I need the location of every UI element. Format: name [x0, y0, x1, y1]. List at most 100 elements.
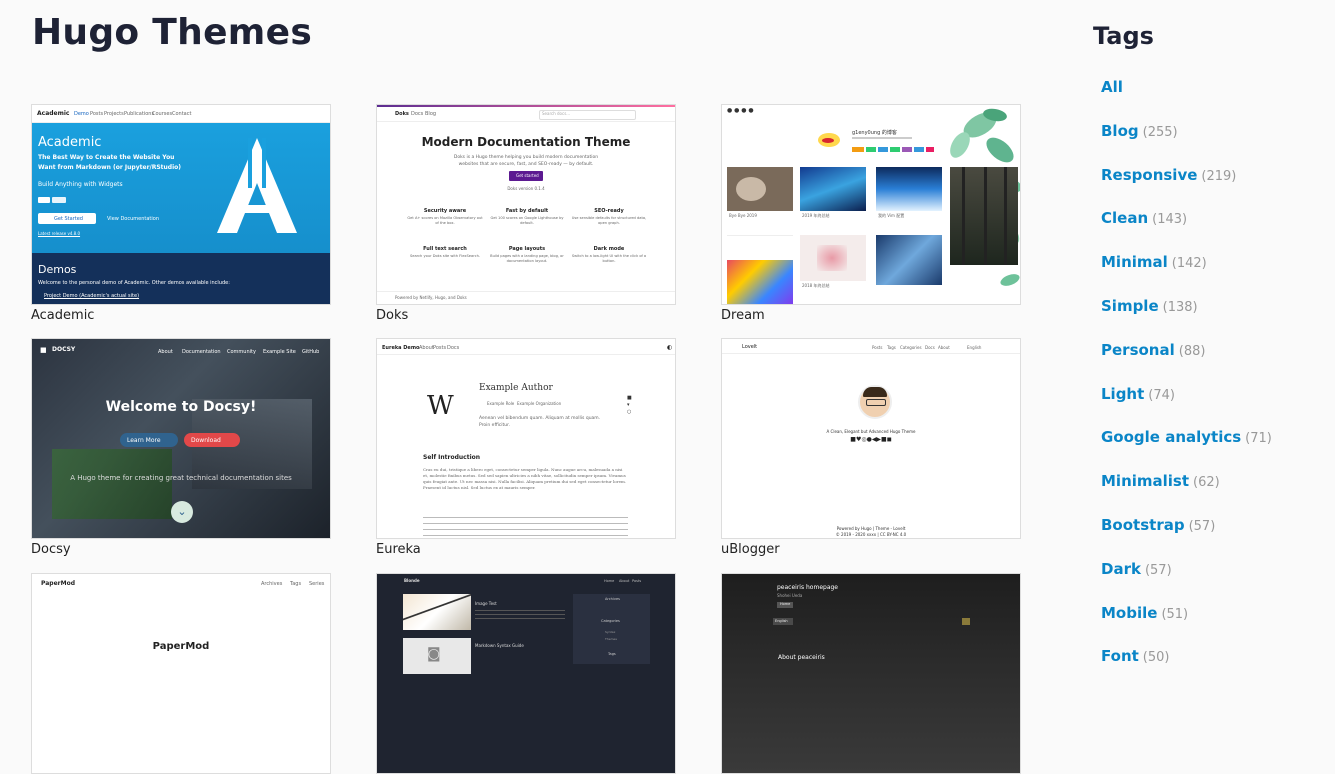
theme-thumbnail[interactable]: PaperMod Archives Tags Series PaperMod	[31, 573, 331, 774]
tag-link-minimalist[interactable]: Minimalist (62)	[1101, 472, 1220, 490]
thumb-nav-item: Docs	[411, 111, 424, 117]
thumb-demos-text: Welcome to the personal demo of Academic…	[38, 280, 230, 286]
social-icons: ■♥◎●◀▶■◼	[850, 436, 892, 443]
theme-card-academic[interactable]: Academic Demo Posts Projects Publication…	[31, 104, 331, 323]
thumb-feature-text: Get 100 scores on Google Lighthouse by d…	[490, 216, 564, 225]
tag-count: (62)	[1193, 475, 1220, 491]
tag-link-google-analytics[interactable]: Google analytics (71)	[1101, 428, 1272, 446]
tag-name: Responsive	[1101, 165, 1198, 184]
thumb-footer: Powered by Hugo | Theme - Lovelt	[836, 526, 906, 531]
thumb-nav-item: Blog	[425, 111, 437, 117]
thumb-nav-item: About	[938, 345, 950, 350]
tag-link-dark[interactable]: Dark (57)	[1101, 560, 1172, 578]
tag-count: (255)	[1142, 124, 1178, 140]
tag-link-responsive[interactable]: Responsive (219)	[1101, 166, 1236, 184]
thumb-bio: Aenean vel bibendum quam. Aliquam at mol…	[479, 416, 601, 428]
thumb-link: View Documentation	[107, 216, 159, 222]
tag-name: All	[1101, 78, 1123, 96]
theme-card-doks[interactable]: Doks Docs Blog Search docs... Modern Doc…	[376, 104, 676, 323]
thumb-meta: Example Organization	[517, 401, 562, 406]
tag-link-all[interactable]: All	[1101, 78, 1123, 96]
theme-card-papermod[interactable]: PaperMod Archives Tags Series PaperMod	[31, 573, 331, 774]
tag-link-blog[interactable]: Blog (255)	[1101, 122, 1178, 140]
theme-name[interactable]: Dream	[721, 308, 1021, 323]
thumb-side-item: Archives	[605, 597, 620, 601]
thumb-author: Example Author	[479, 383, 553, 393]
camera-icon: ◙	[427, 646, 441, 662]
tag-count: (142)	[1171, 256, 1207, 272]
theme-name[interactable]: Academic	[31, 308, 331, 323]
theme-name[interactable]: Docsy	[31, 542, 331, 557]
thumb-nav-item: Publications	[124, 111, 155, 117]
thumb-side-item: Categories	[601, 619, 620, 623]
thumb-title: PaperMod	[152, 641, 210, 652]
thumb-nav-item: Documentation	[182, 349, 221, 355]
thumb-section: About peaceiris	[778, 654, 825, 661]
theme-name[interactable]: Doks	[376, 308, 676, 323]
theme-card-ublogger[interactable]: Lovelt Posts Tags Categories Docs About …	[721, 338, 1021, 557]
tag-count: (219)	[1201, 168, 1237, 184]
tag-name: Dark	[1101, 559, 1141, 578]
theme-thumbnail[interactable]: peaceiris homepage Shohei Ueda Home Engl…	[721, 573, 1021, 774]
thumb-text: Doks is a Hugo theme helping you build m…	[453, 155, 599, 160]
theme-thumbnail[interactable]: Blonde Home About Posts Image Test ◙ Mar…	[376, 573, 676, 774]
thumb-cta: Get Started	[54, 216, 83, 222]
tag-count: (57)	[1144, 562, 1172, 578]
tag-link-personal[interactable]: Personal (88)	[1101, 341, 1205, 359]
tag-link-clean[interactable]: Clean (143)	[1101, 209, 1187, 227]
thumb-feature-title: Fast by default	[505, 208, 549, 214]
theme-thumbnail[interactable]: ● ● ● ● g1eny0ung 的博客 Bye Bye 2019 2019 …	[721, 104, 1021, 305]
thumb-brand: Doks	[395, 111, 409, 117]
tag-link-bootstrap[interactable]: Bootstrap (57)	[1101, 516, 1215, 534]
tag-name: Bootstrap	[1101, 516, 1185, 534]
theme-card-blonde[interactable]: Blonde Home About Posts Image Test ◙ Mar…	[376, 573, 676, 774]
tag-count: (88)	[1178, 343, 1206, 359]
theme-name[interactable]: Eureka	[376, 542, 676, 557]
tag-name: Personal	[1101, 340, 1175, 359]
thumb-cta: Get started	[516, 173, 539, 178]
theme-card-peaceiris[interactable]: peaceiris homepage Shohei Ueda Home Engl…	[721, 573, 1021, 774]
thumb-nav-item: About	[158, 349, 173, 355]
thumb-post-title: Markdown Syntax Guide	[475, 643, 524, 648]
thumb-latest: Latest release v4.8.0	[38, 231, 81, 236]
theme-card-dream[interactable]: ● ● ● ● g1eny0ung 的博客 Bye Bye 2019 2019 …	[721, 104, 1021, 323]
thumb-brand: DOCSY	[52, 346, 76, 353]
tag-name: Minimal	[1101, 253, 1168, 272]
theme-thumbnail[interactable]: Doks Docs Blog Search docs... Modern Doc…	[376, 104, 676, 305]
tag-link-mobile[interactable]: Mobile (51)	[1101, 604, 1188, 622]
tag-link-minimal[interactable]: Minimal (142)	[1101, 253, 1207, 271]
tag-count: (143)	[1152, 212, 1188, 228]
tag-name: Google analytics	[1101, 428, 1242, 447]
tag-name: Simple	[1101, 297, 1159, 315]
thumb-lang: English	[775, 619, 788, 623]
dream-nav-icons: ● ● ● ●	[727, 107, 754, 114]
theme-thumbnail[interactable]: Eureka Demo About Posts Docs ◐ W Example…	[376, 338, 676, 539]
tag-link-font[interactable]: Font (50)	[1101, 647, 1169, 665]
thumb-nav-item: Categories	[900, 345, 922, 350]
theme-card-docsy[interactable]: ■ DOCSY About Documentation Community Ex…	[31, 338, 331, 557]
thumb-brand: PaperMod	[41, 580, 75, 587]
tag-name: Blog	[1101, 121, 1139, 140]
theme-card-eureka[interactable]: Eureka Demo About Posts Docs ◐ W Example…	[376, 338, 676, 557]
docsy-logo-icon: ■	[40, 346, 47, 354]
thumb-nav-item: Posts	[433, 345, 447, 351]
thumb-brand: Academic	[37, 110, 70, 117]
thumb-title: Welcome to Docsy!	[105, 399, 257, 415]
thumb-brand: Lovelt	[742, 344, 758, 350]
thumb-side-item: Syntax	[605, 630, 616, 634]
thumb-nav-item: Contact	[172, 111, 192, 117]
theme-thumbnail[interactable]: Academic Demo Posts Projects Publication…	[31, 104, 331, 305]
thumb-brand: Eureka Demo	[382, 345, 420, 351]
thumb-post-title: Image Test	[475, 601, 497, 606]
theme-name[interactable]: uBlogger	[721, 542, 1021, 557]
theme-thumbnail[interactable]: ■ DOCSY About Documentation Community Ex…	[31, 338, 331, 539]
thumb-nav-item: Docs	[447, 345, 460, 351]
thumb-section: Self Introduction	[423, 454, 481, 461]
thumb-feature-text: Get A+ scores on Mozilla Observatory out…	[407, 216, 483, 225]
thumb-feature-title: Full text search	[423, 246, 467, 252]
tag-link-light[interactable]: Light (74)	[1101, 385, 1175, 403]
tag-link-simple[interactable]: Simple (138)	[1101, 297, 1198, 315]
page-title: Hugo Themes	[32, 12, 313, 53]
theme-thumbnail[interactable]: Lovelt Posts Tags Categories Docs About …	[721, 338, 1021, 539]
thumb-side-item: Tags	[608, 652, 616, 656]
